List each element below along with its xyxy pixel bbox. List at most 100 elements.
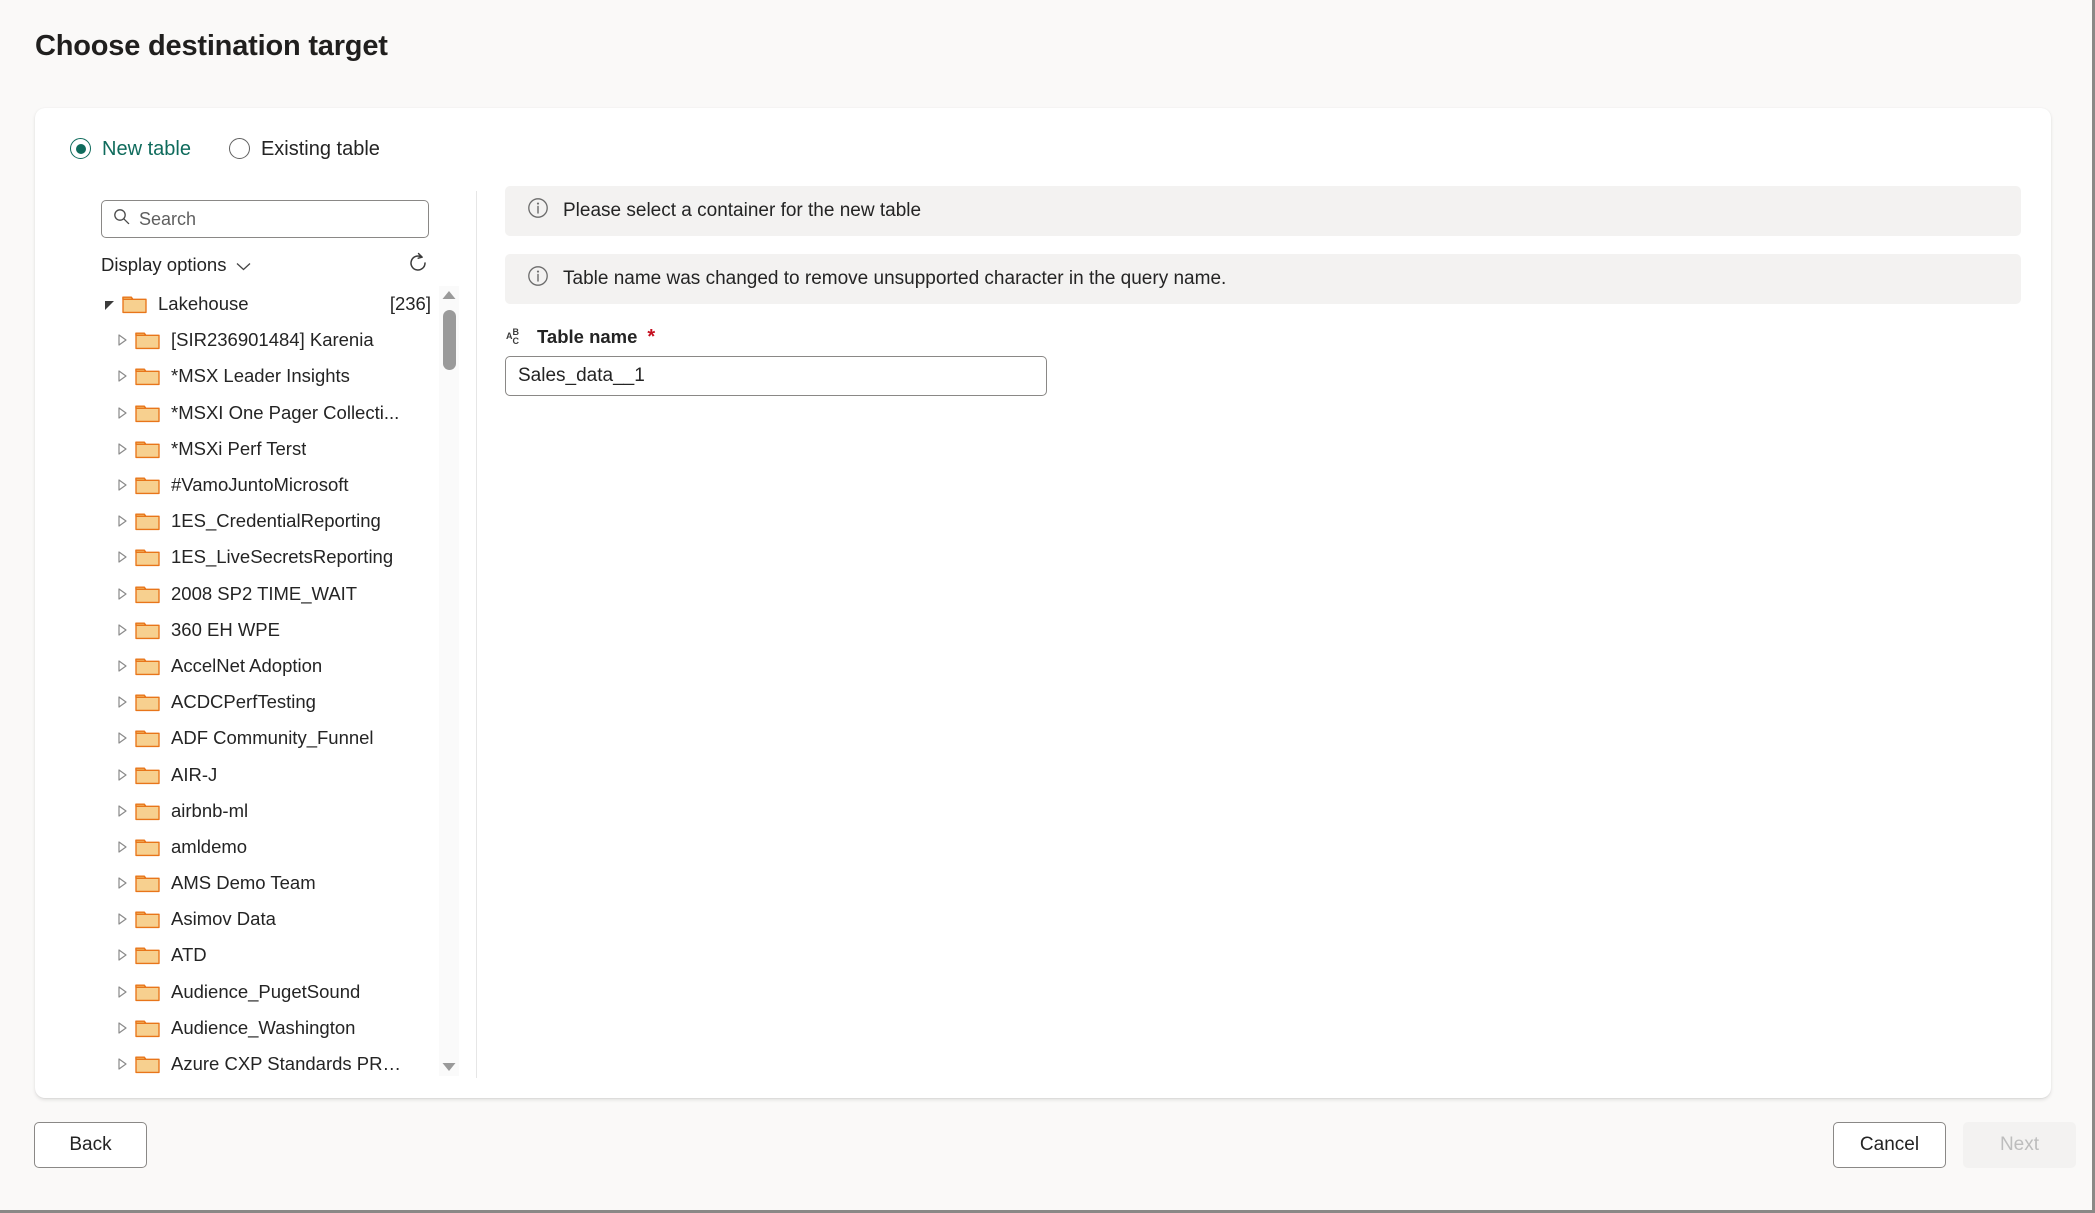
tree-item[interactable]: 2008 SP2 TIME_WAIT	[95, 576, 435, 612]
tree-item[interactable]: Azure CXP Standards PROD	[95, 1046, 435, 1076]
radio-option-existing-table[interactable]: Existing table	[228, 138, 380, 159]
info-message-text: Please select a container for the new ta…	[563, 200, 922, 221]
expand-triangle-icon[interactable]	[109, 1022, 135, 1034]
folder-icon	[135, 620, 160, 640]
expand-triangle-icon[interactable]	[109, 624, 135, 636]
tree-item-label: Azure CXP Standards PROD	[171, 1053, 401, 1075]
tree-item[interactable]: [SIR236901484] Karenia	[95, 322, 435, 358]
expand-triangle-icon[interactable]	[109, 877, 135, 889]
collapse-triangle-icon[interactable]	[96, 299, 122, 310]
folder-icon	[135, 1018, 160, 1038]
expand-triangle-icon[interactable]	[109, 768, 135, 781]
tree-root-lakehouse[interactable]: Lakehouse [236]	[95, 286, 435, 322]
expand-triangle-icon[interactable]	[109, 732, 135, 744]
display-options-label: Display options	[101, 254, 227, 275]
expand-triangle-icon[interactable]	[109, 515, 135, 527]
expand-triangle-icon[interactable]	[109, 443, 135, 455]
tree-item[interactable]: 1ES_LiveSecretsReporting	[95, 539, 435, 575]
expand-triangle-icon[interactable]	[109, 370, 135, 383]
destination-mode-radio-group: New table Existing table	[70, 138, 380, 159]
folder-icon	[135, 656, 160, 676]
expand-triangle-icon[interactable]	[109, 696, 135, 708]
folder-icon	[135, 728, 160, 748]
folder-icon	[135, 330, 160, 350]
folder-icon	[135, 692, 160, 712]
tree-item-label: ATD	[171, 944, 207, 966]
radio-selected-icon	[70, 138, 91, 159]
folder-icon	[135, 511, 160, 531]
tree-item[interactable]: Audience_Washington	[95, 1010, 435, 1046]
display-options-button[interactable]: Display options	[101, 254, 251, 276]
expand-triangle-icon[interactable]	[109, 841, 135, 853]
info-icon	[527, 197, 549, 225]
table-name-label: Table name	[537, 326, 638, 347]
info-message-container: Please select a container for the new ta…	[505, 186, 2021, 236]
scroll-down-arrow-icon[interactable]	[439, 1058, 459, 1076]
expand-triangle-icon[interactable]	[109, 949, 135, 962]
tree-item[interactable]: 360 EH WPE	[95, 612, 435, 648]
tree-item[interactable]: AccelNet Adoption	[95, 648, 435, 684]
expand-triangle-icon[interactable]	[109, 805, 135, 817]
folder-icon	[135, 837, 160, 857]
tree-item-label: AccelNet Adoption	[171, 654, 323, 676]
table-name-label-row: A B C Table name *	[505, 326, 2021, 348]
table-name-input[interactable]: Sales_data__1	[505, 356, 1047, 396]
back-button[interactable]: Back	[34, 1122, 147, 1168]
tree-item[interactable]: *MSX Leader Insights	[95, 358, 435, 394]
tree-item[interactable]: airbnb-ml	[95, 793, 435, 829]
info-icon	[527, 265, 549, 293]
info-message-table-name-changed: Table name was changed to remove unsuppo…	[505, 254, 2021, 304]
cancel-button[interactable]: Cancel	[1833, 1122, 1946, 1168]
expand-triangle-icon[interactable]	[109, 407, 135, 419]
refresh-button[interactable]	[407, 252, 429, 279]
tree-item[interactable]: *MSXi Perf Terst	[95, 431, 435, 467]
search-input[interactable]: Search	[101, 200, 429, 238]
folder-icon	[135, 366, 160, 386]
folder-icon	[135, 584, 160, 604]
folder-icon	[135, 945, 160, 965]
scroll-up-arrow-icon[interactable]	[439, 286, 459, 304]
dialog-footer: Back Cancel Next	[0, 1122, 2095, 1186]
tree-item[interactable]: AIR-J	[95, 756, 435, 792]
tree-item[interactable]: Audience_PugetSound	[95, 974, 435, 1010]
tree-item[interactable]: amldemo	[95, 829, 435, 865]
expand-triangle-icon[interactable]	[109, 479, 135, 491]
svg-text:C: C	[513, 336, 520, 346]
tree-scrollbar[interactable]	[439, 286, 459, 1076]
page-title: Choose destination target	[35, 30, 388, 62]
tree-item-label: *MSXi Perf Terst	[171, 437, 307, 459]
destination-target-card: New table Existing table Search Display …	[35, 108, 2051, 1098]
tree-item-label: amldemo	[171, 835, 248, 857]
tree-item[interactable]: *MSXI One Pager Collecti...	[95, 395, 435, 431]
tree-item-label: Asimov Data	[171, 908, 276, 930]
radio-option-new-table[interactable]: New table	[70, 138, 191, 159]
tree-item-label: *MSXI One Pager Collecti...	[171, 401, 400, 423]
tree-item-label: 1ES_CredentialReporting	[171, 510, 381, 532]
tree-item[interactable]: ATD	[95, 937, 435, 973]
expand-triangle-icon[interactable]	[109, 660, 135, 672]
search-placeholder: Search	[139, 208, 197, 229]
tree-item[interactable]: #VamoJuntoMicrosoft	[95, 467, 435, 503]
tree-item[interactable]: ADF Community_Funnel	[95, 720, 435, 756]
expand-triangle-icon[interactable]	[109, 986, 135, 998]
tree-item-label: Audience_Washington	[171, 1016, 356, 1038]
expand-triangle-icon[interactable]	[109, 913, 135, 925]
tree-item[interactable]: Asimov Data	[95, 901, 435, 937]
radio-unselected-icon	[228, 138, 250, 159]
scrollbar-thumb[interactable]	[443, 310, 456, 370]
abc-text-icon: A B C	[506, 326, 528, 348]
expand-triangle-icon[interactable]	[109, 1058, 135, 1070]
tree-item[interactable]: AMS Demo Team	[95, 865, 435, 901]
folder-icon	[135, 765, 160, 785]
expand-triangle-icon[interactable]	[109, 587, 135, 600]
tree-item[interactable]: ACDCPerfTesting	[95, 684, 435, 720]
lakehouse-tree[interactable]: Lakehouse [236] [SIR236901484] Karenia *M…	[95, 286, 435, 1076]
search-icon	[113, 208, 130, 230]
folder-icon	[135, 909, 160, 929]
expand-triangle-icon[interactable]	[109, 551, 135, 564]
tree-item[interactable]: 1ES_CredentialReporting	[95, 503, 435, 539]
tree-item-label: AMS Demo Team	[171, 872, 316, 894]
tree-item-label: Audience_PugetSound	[171, 980, 361, 1002]
expand-triangle-icon[interactable]	[109, 334, 135, 346]
folder-icon	[135, 403, 160, 423]
